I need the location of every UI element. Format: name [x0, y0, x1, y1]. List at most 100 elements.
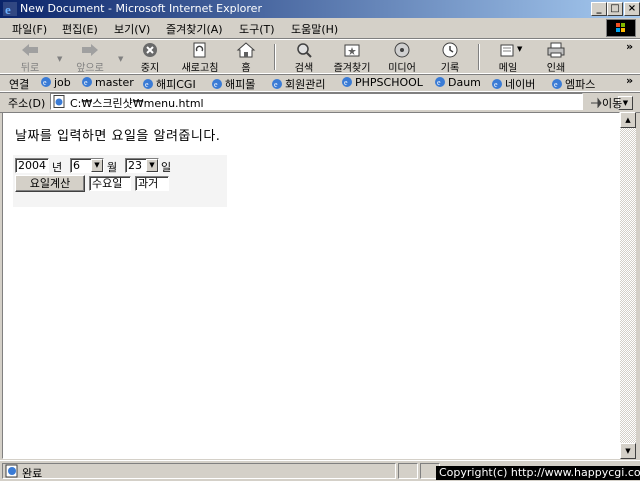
date-form: 2004 년 6 ▼ 월 23 ▼ 일 요일계산 수요일 과거 — [13, 155, 227, 207]
link-master[interactable]: e master — [81, 76, 134, 89]
back-button[interactable]: 뒤로 — [4, 42, 56, 74]
refresh-icon — [193, 42, 206, 58]
link-daum[interactable]: e Daum — [434, 76, 481, 89]
menu-bar: 파일(F) 편집(E) 보기(V) 즐겨찾기(A) 도구(T) 도움말(H) — [0, 18, 640, 39]
link-happycgi[interactable]: e 해피CGI — [142, 76, 196, 92]
close-button[interactable]: × — [624, 2, 640, 16]
page-icon: e — [212, 79, 222, 89]
svg-text:e: e — [274, 80, 278, 89]
links-label: 연결 — [9, 78, 30, 91]
minimize-button[interactable]: _ — [591, 2, 607, 16]
svg-text:e: e — [494, 80, 498, 89]
page-icon: e — [143, 79, 153, 89]
title-bar: e New Document - Microsoft Internet Expl… — [0, 0, 640, 18]
stop-button[interactable]: 중지 — [124, 42, 176, 74]
stop-icon — [143, 43, 157, 57]
refresh-button[interactable]: 새로고침 — [174, 42, 226, 74]
address-field[interactable]: C:₩스크린샷₩menu.html ▼ — [50, 93, 633, 110]
mail-icon — [500, 44, 514, 57]
status-pane-main — [2, 463, 396, 479]
menu-edit[interactable]: 편집(E) — [62, 21, 98, 37]
svg-text:e: e — [437, 78, 441, 87]
back-arrow-icon — [22, 44, 38, 56]
page-icon — [53, 95, 65, 108]
scroll-down-icon[interactable]: ▼ — [620, 443, 636, 459]
go-button[interactable]: 이동 — [590, 95, 622, 111]
page-icon: e — [552, 79, 562, 89]
scroll-up-icon[interactable]: ▲ — [620, 112, 636, 128]
link-empas[interactable]: e 엠파스 — [551, 76, 595, 92]
svg-text:e: e — [84, 78, 88, 87]
page-icon: e — [492, 79, 502, 89]
menu-help[interactable]: 도움말(H) — [291, 21, 338, 37]
print-button[interactable]: 인쇄 — [530, 42, 582, 74]
windows-logo-icon — [606, 19, 636, 37]
address-bar: 주소(D) C:₩스크린샷₩menu.html ▼ 이동 — [0, 91, 640, 113]
toolbar-separator — [478, 44, 480, 70]
svg-text:e: e — [344, 78, 348, 87]
weekday-output[interactable]: 수요일 — [89, 176, 131, 191]
history-button[interactable]: 기록 — [424, 42, 476, 74]
svg-text:e: e — [554, 80, 558, 89]
menu-view[interactable]: 보기(V) — [114, 21, 150, 37]
svg-text:e: e — [5, 2, 11, 16]
favorites-icon — [344, 44, 360, 57]
forward-dropdown-icon[interactable]: ▼ — [118, 55, 123, 63]
page-icon: e — [41, 77, 51, 87]
favorites-button[interactable]: 즐겨찾기 — [326, 42, 378, 74]
year-unit: 년 — [52, 161, 63, 174]
svg-text:e: e — [145, 80, 149, 89]
search-button[interactable]: 검색 — [278, 42, 330, 74]
ie-icon: e — [3, 2, 17, 16]
go-arrow-icon — [591, 97, 602, 109]
calculate-weekday-button[interactable]: 요일계산 — [15, 175, 85, 192]
menu-file[interactable]: 파일(F) — [12, 21, 47, 37]
media-icon — [394, 42, 410, 58]
toolbar-chevron[interactable]: » — [626, 40, 633, 53]
link-job[interactable]: e job — [40, 76, 71, 89]
page-heading: 날짜를 입력하면 요일을 알려줍니다. — [15, 129, 221, 144]
link-happymall[interactable]: e 해피몰 — [211, 76, 255, 92]
month-select[interactable]: 6 ▼ — [70, 158, 104, 173]
mail-button[interactable]: 메일 — [482, 42, 534, 74]
page-content: 날짜를 입력하면 요일을 알려줍니다. 2004 년 6 ▼ 월 23 ▼ 일 … — [2, 112, 620, 459]
links-bar: 연결 e job e master e 해피CGI e 해피몰 e 회원관리 e PHPSC… — [0, 73, 640, 93]
history-icon — [442, 42, 458, 58]
home-button[interactable]: 홈 — [220, 42, 272, 74]
day-select[interactable]: 23 ▼ — [125, 158, 159, 173]
links-chevron[interactable]: » — [626, 74, 633, 87]
status-pane — [398, 463, 418, 479]
link-phpschool[interactable]: e PHPSCHOOL — [341, 76, 423, 89]
page-icon: e — [82, 77, 92, 87]
toolbar-separator — [274, 44, 276, 70]
chevron-down-icon: ▼ — [146, 159, 158, 172]
back-dropdown-icon[interactable]: ▼ — [57, 55, 62, 63]
maximize-button[interactable]: □ — [607, 2, 623, 16]
address-url: C:₩스크린샷₩menu.html — [70, 97, 204, 110]
window-title: New Document - Microsoft Internet Explor… — [20, 2, 262, 15]
forward-button[interactable]: 앞으로 — [64, 42, 116, 74]
vertical-scrollbar[interactable]: ▲ ▼ — [620, 112, 636, 459]
address-label: 주소(D) — [8, 97, 46, 110]
svg-text:e: e — [43, 78, 47, 87]
day-unit: 일 — [161, 161, 172, 174]
page-icon: e — [342, 77, 352, 87]
svg-text:e: e — [214, 80, 218, 89]
search-icon — [297, 43, 312, 58]
page-icon: e — [435, 77, 445, 87]
page-icon: e — [272, 79, 282, 89]
home-icon — [236, 42, 256, 58]
media-button[interactable]: 미디어 — [376, 42, 428, 74]
month-unit: 월 — [107, 161, 118, 174]
mail-dropdown-icon[interactable]: ▼ — [517, 45, 522, 53]
forward-arrow-icon — [82, 44, 98, 56]
link-member-admin[interactable]: e 회원관리 — [271, 76, 325, 92]
menu-tools[interactable]: 도구(T) — [239, 21, 275, 37]
copyright-watermark: Copyright(c) http://www.happycgi.com — [436, 466, 640, 480]
chevron-down-icon: ▼ — [91, 159, 103, 172]
standard-toolbar: 뒤로 ▼ 앞으로 ▼ 중지 새로고침 홈 검색 즐겨찾기 미디어 기록 메일 ▼ — [0, 39, 640, 75]
year-input[interactable]: 2004 — [15, 158, 49, 173]
menu-favorites[interactable]: 즐겨찾기(A) — [166, 21, 223, 37]
tense-output[interactable]: 과거 — [135, 176, 169, 191]
link-naver[interactable]: e 네이버 — [491, 76, 535, 92]
